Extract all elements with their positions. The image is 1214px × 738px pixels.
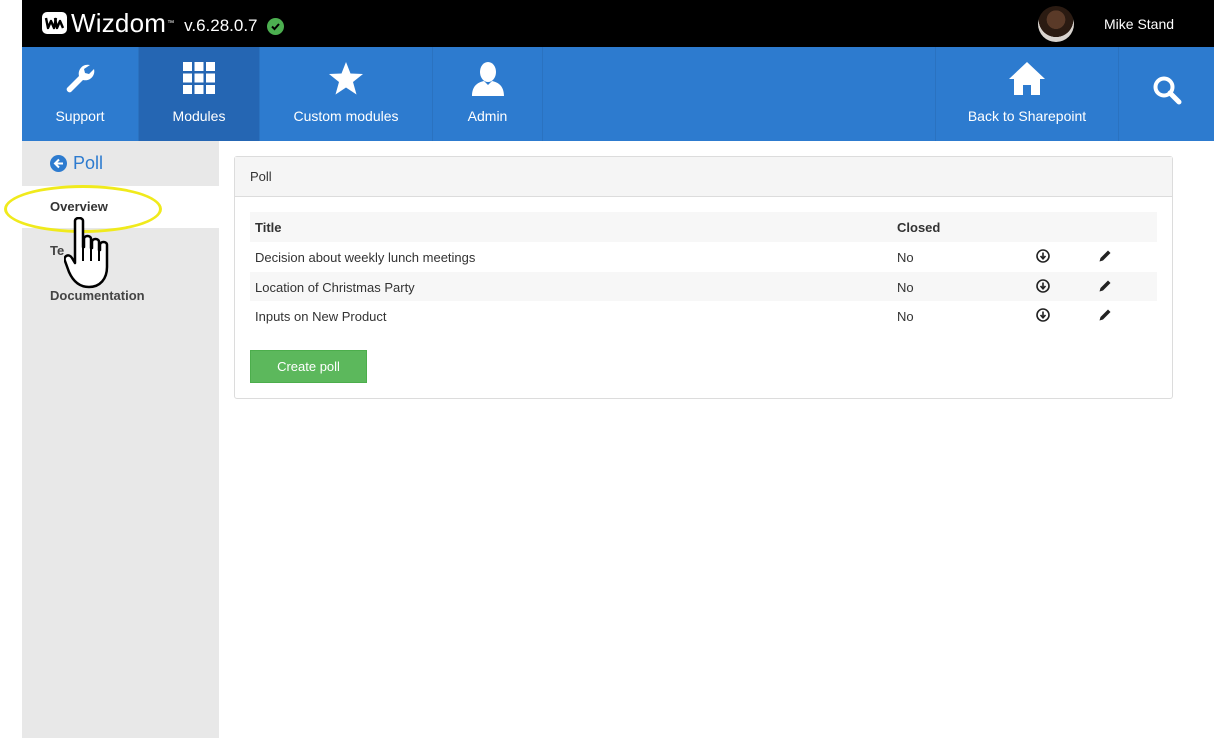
table-row: Location of Christmas Party No bbox=[250, 271, 1157, 301]
pencil-icon[interactable] bbox=[1098, 279, 1112, 293]
nav-support[interactable]: Support bbox=[22, 47, 139, 141]
column-header-closed[interactable]: Closed bbox=[897, 220, 940, 235]
panel-title: Poll bbox=[235, 157, 1172, 197]
user-icon bbox=[433, 61, 542, 97]
sidebar-item-documentation[interactable]: Documentation bbox=[22, 275, 219, 317]
wrench-icon bbox=[22, 61, 138, 97]
create-poll-button[interactable]: Create poll bbox=[250, 350, 367, 383]
nav-modules-label: Modules bbox=[172, 108, 226, 124]
sidebar-title: Poll bbox=[73, 153, 104, 173]
home-icon bbox=[936, 61, 1118, 97]
nav-back-to-sharepoint-label: Back to Sharepoint bbox=[967, 108, 1087, 124]
nav-modules[interactable]: Modules bbox=[139, 47, 260, 141]
logo-text: Wizdom bbox=[71, 8, 167, 38]
download-icon[interactable] bbox=[1036, 249, 1050, 263]
pencil-icon[interactable] bbox=[1098, 308, 1112, 322]
sidebar-item-overview[interactable]: Overview bbox=[22, 186, 219, 228]
check-circle-icon bbox=[266, 17, 284, 35]
sidebar: Poll Overview Te Documentation bbox=[4, 141, 219, 738]
nav-custom-modules[interactable]: Custom modules bbox=[260, 47, 433, 141]
sidebar-item-label: Overview bbox=[50, 199, 108, 214]
download-icon[interactable] bbox=[1036, 278, 1050, 293]
top-bar: Wizdom ™ v.6.28.0.7 Mike Stand bbox=[22, 0, 1214, 47]
sidebar-item-templates[interactable]: Te bbox=[22, 230, 219, 272]
download-icon[interactable] bbox=[1036, 308, 1050, 322]
column-header-title[interactable]: Title bbox=[255, 220, 282, 235]
pencil-icon[interactable] bbox=[1098, 249, 1112, 263]
star-icon bbox=[260, 61, 432, 97]
back-to-modules-link[interactable]: Poll bbox=[50, 153, 103, 174]
arrow-left-circle-icon bbox=[50, 155, 67, 172]
sidebar-item-label: Documentation bbox=[50, 288, 145, 303]
table-row: Decision about weekly lunch meetings No bbox=[250, 242, 1157, 272]
app-frame: Wizdom ™ v.6.28.0.7 Mike Stand Support M… bbox=[4, 0, 1214, 738]
poll-closed: No bbox=[897, 309, 914, 324]
table-header-row: Title Closed bbox=[250, 212, 1157, 242]
poll-title: Inputs on New Product bbox=[255, 309, 387, 324]
grid-icon bbox=[139, 61, 259, 97]
nav-admin[interactable]: Admin bbox=[433, 47, 543, 141]
nav-admin-label: Admin bbox=[467, 108, 508, 124]
poll-table: Title Closed Decision about weekly lunch… bbox=[250, 212, 1157, 331]
poll-closed: No bbox=[897, 250, 914, 265]
user-name[interactable]: Mike Stand bbox=[1104, 16, 1174, 32]
poll-title: Location of Christmas Party bbox=[255, 279, 415, 295]
poll-title: Decision about weekly lunch meetings bbox=[255, 250, 476, 265]
poll-panel: Poll Title Closed Decision about weekly … bbox=[234, 156, 1173, 399]
search-icon bbox=[1119, 75, 1214, 111]
sidebar-item-label: Te bbox=[50, 243, 65, 258]
wizdom-logo[interactable]: Wizdom ™ v.6.28.0.7 bbox=[42, 9, 284, 37]
table-row: Inputs on New Product No bbox=[250, 301, 1157, 331]
poll-closed: No bbox=[897, 279, 914, 295]
wizdom-logo-icon bbox=[42, 12, 67, 34]
nav-custom-modules-label: Custom modules bbox=[293, 108, 399, 124]
main-nav: Support Modules Custom modules Admin Bac… bbox=[22, 47, 1214, 141]
user-avatar[interactable] bbox=[1038, 6, 1074, 42]
search-button[interactable] bbox=[1119, 47, 1214, 141]
logo-trademark: ™ bbox=[167, 19, 175, 27]
nav-support-label: Support bbox=[55, 108, 105, 124]
nav-back-to-sharepoint[interactable]: Back to Sharepoint bbox=[935, 47, 1119, 141]
version-label: v.6.28.0.7 bbox=[184, 16, 258, 35]
